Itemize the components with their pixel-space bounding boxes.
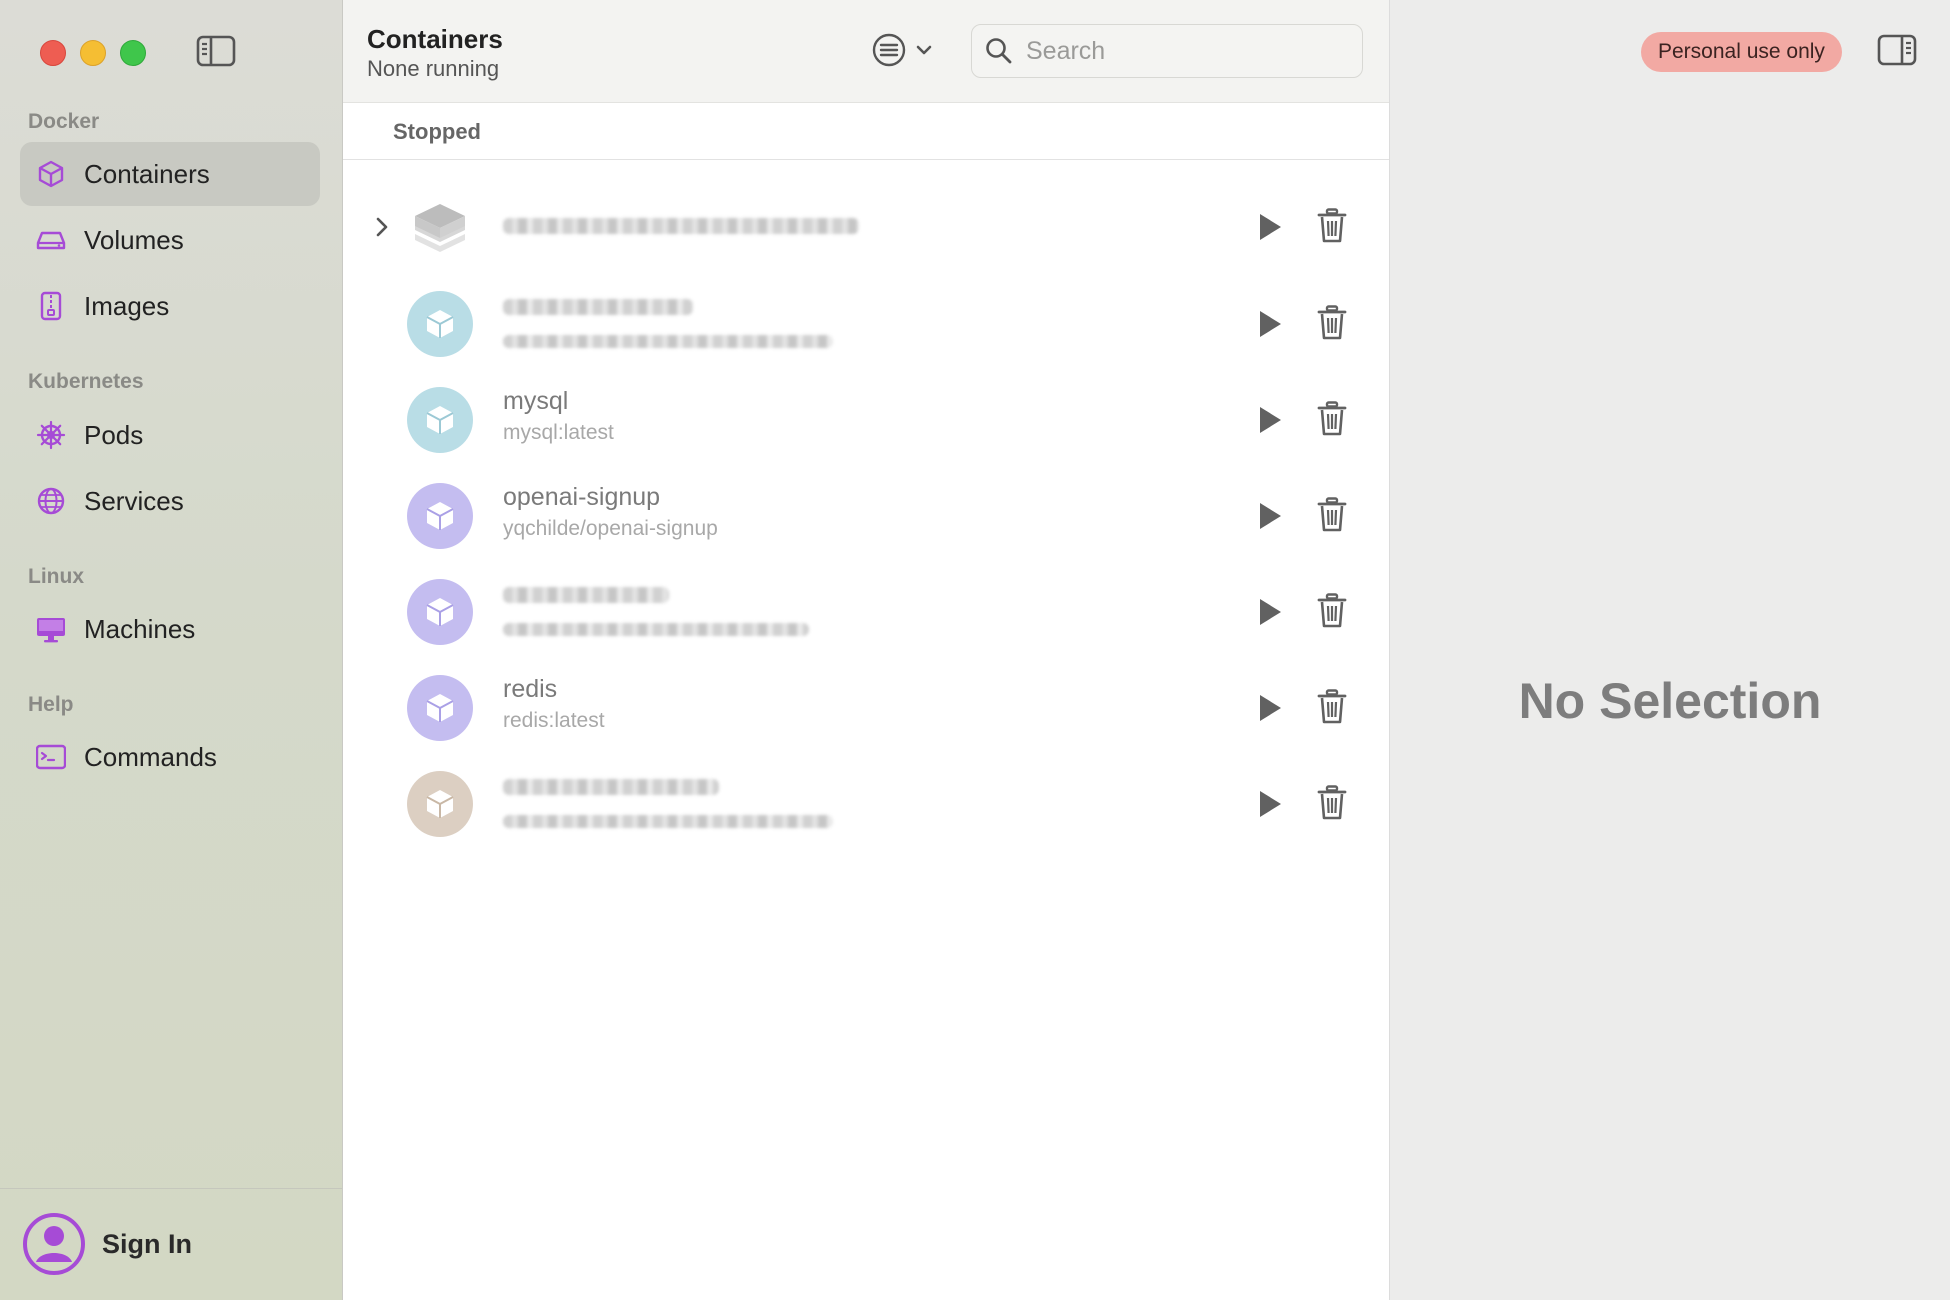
play-icon[interactable] [1255, 691, 1285, 725]
minimize-window-button[interactable] [80, 40, 106, 66]
detail-pane: Personal use only No Selection [1390, 0, 1950, 1300]
cube-icon [36, 159, 66, 189]
sidebar-item-label: Containers [84, 158, 210, 189]
play-icon[interactable] [1255, 499, 1285, 533]
obscured-image [503, 623, 809, 636]
container-cube-icon [407, 771, 473, 837]
page-subtitle: None running [367, 56, 500, 81]
sidebar-item-images[interactable]: Images [20, 274, 320, 338]
desktop-icon [36, 614, 66, 644]
terminal-icon [36, 742, 66, 772]
sidebar-item-volumes[interactable]: Volumes [20, 208, 320, 272]
containers-list-pane: Containers None running Search Stopped m… [343, 0, 1390, 1300]
zoom-window-button[interactable] [120, 40, 146, 66]
section-label-docker: Docker [28, 110, 100, 133]
trash-icon[interactable] [1317, 785, 1347, 821]
play-icon[interactable] [1255, 787, 1285, 821]
container-name: mysql [503, 387, 569, 415]
sidebar-item-services[interactable]: Services [20, 469, 320, 533]
window-controls [40, 40, 146, 66]
container-cube-icon [407, 483, 473, 549]
helm-wheel-icon [36, 420, 66, 450]
obscured-name [503, 587, 669, 603]
search-input[interactable] [1024, 35, 1348, 67]
container-row[interactable]: redis redis:latest [343, 661, 1389, 757]
account-avatar-icon [22, 1212, 86, 1276]
sidebar-item-commands[interactable]: Commands [20, 725, 320, 789]
obscured-name [503, 299, 693, 315]
sidebar-item-label: Pods [84, 419, 144, 450]
container-cube-icon [407, 291, 473, 357]
obscured-name [503, 218, 859, 234]
container-row[interactable] [343, 565, 1389, 661]
container-row[interactable] [343, 757, 1389, 853]
sidebar-item-label: Machines [84, 613, 196, 644]
obscured-image [503, 815, 833, 828]
container-name: redis [503, 675, 558, 703]
container-cube-icon [407, 387, 473, 453]
search-field[interactable] [971, 24, 1363, 78]
obscured-name [503, 779, 719, 795]
trash-icon[interactable] [1317, 689, 1347, 725]
container-row[interactable] [343, 180, 1389, 276]
license-badge[interactable]: Personal use only [1641, 32, 1842, 72]
trash-icon[interactable] [1317, 497, 1347, 533]
sidebar-item-label: Services [84, 485, 184, 516]
play-icon[interactable] [1255, 403, 1285, 437]
group-label: Stopped [393, 119, 481, 144]
chevron-right-icon[interactable] [369, 214, 395, 240]
trash-icon[interactable] [1317, 401, 1347, 437]
sidebar-toggle-icon[interactable] [196, 34, 236, 68]
sidebar-divider [0, 1188, 342, 1189]
container-cube-icon [407, 675, 473, 741]
play-icon[interactable] [1255, 595, 1285, 629]
trash-icon[interactable] [1317, 593, 1347, 629]
trash-icon[interactable] [1317, 305, 1347, 341]
sidebar: Docker Containers Volumes Images Kuberne… [0, 0, 343, 1300]
sidebar-item-label: Commands [84, 741, 217, 772]
container-row[interactable] [343, 277, 1389, 373]
app-window: Docker Containers Volumes Images Kuberne… [0, 0, 1950, 1300]
archive-icon [36, 291, 66, 321]
container-name: openai-signup [503, 483, 661, 511]
container-row[interactable]: openai-signup yqchilde/openai-signup [343, 469, 1389, 565]
sidebar-item-machines[interactable]: Machines [20, 597, 320, 661]
container-cube-icon [407, 579, 473, 645]
close-window-button[interactable] [40, 40, 66, 66]
sidebar-item-label: Images [84, 290, 170, 321]
toolbar: Containers None running [343, 0, 1389, 103]
chevron-down-icon [913, 39, 935, 66]
container-image: yqchilde/openai-signup [503, 517, 718, 540]
drive-icon [36, 225, 66, 255]
globe-icon [36, 486, 66, 516]
stack-layers-icon [407, 194, 473, 260]
container-image: redis:latest [503, 709, 605, 732]
trash-icon[interactable] [1317, 208, 1347, 244]
sign-in-button[interactable]: Sign In [22, 1210, 192, 1278]
page-title: Containers [367, 24, 503, 54]
section-label-help: Help [28, 693, 74, 716]
section-label-linux: Linux [28, 565, 84, 588]
search-icon [984, 36, 1014, 66]
container-row[interactable]: mysql mysql:latest [343, 373, 1389, 469]
sidebar-item-pods[interactable]: Pods [20, 403, 320, 467]
play-icon[interactable] [1255, 307, 1285, 341]
section-label-kubernetes: Kubernetes [28, 370, 144, 393]
empty-state-label: No Selection [1518, 673, 1822, 729]
filter-menu-button[interactable] [871, 32, 943, 72]
container-image: mysql:latest [503, 421, 614, 444]
obscured-image [503, 335, 833, 348]
sign-in-label: Sign In [102, 1228, 192, 1259]
sidebar-item-containers[interactable]: Containers [20, 142, 320, 206]
list-filter-icon [871, 32, 907, 73]
inspector-toggle-icon[interactable] [1877, 32, 1917, 68]
play-icon[interactable] [1255, 210, 1285, 244]
sidebar-item-label: Volumes [84, 224, 184, 255]
group-header-stopped: Stopped [343, 103, 1389, 160]
